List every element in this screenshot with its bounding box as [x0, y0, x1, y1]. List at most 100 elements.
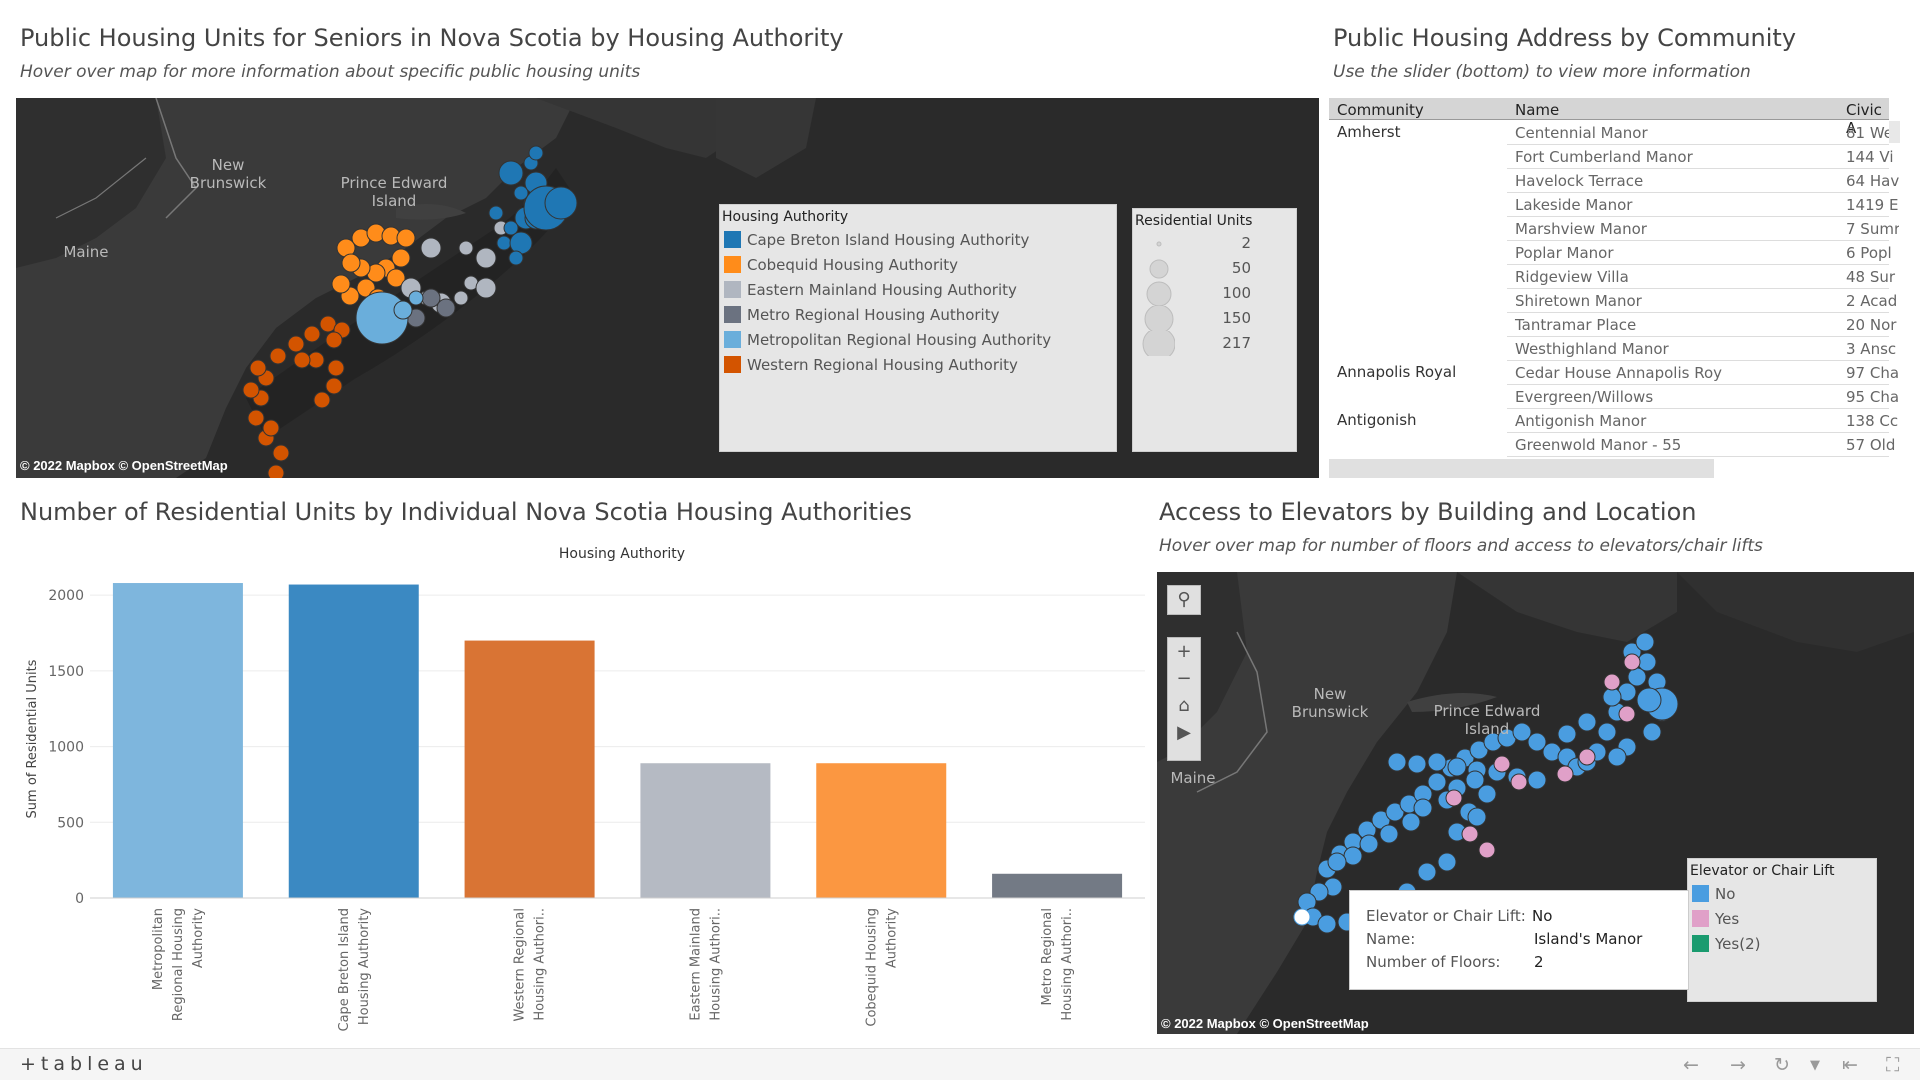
- map-point[interactable]: [528, 145, 544, 161]
- map-point[interactable]: [458, 240, 474, 256]
- map-point[interactable]: [1461, 825, 1479, 843]
- map-point[interactable]: [293, 351, 311, 369]
- map-point[interactable]: [267, 464, 285, 478]
- map-point[interactable]: [1293, 908, 1311, 926]
- authority-legend-item[interactable]: Cobequid Housing Authority: [720, 252, 1116, 277]
- table-row[interactable]: Poplar Manor 6 Popl: [1329, 241, 1892, 265]
- residential-units-bar-chart[interactable]: 0 500 1000 1500 2000 Housing Authority Sum of …: [20, 540, 1145, 1040]
- map-point[interactable]: [1578, 748, 1596, 766]
- table-row[interactable]: Lakeside Manor 1419 E: [1329, 193, 1898, 217]
- map-point[interactable]: [475, 247, 497, 269]
- map-point[interactable]: [1447, 757, 1467, 777]
- map-point[interactable]: [488, 205, 504, 221]
- map-point[interactable]: [325, 331, 343, 349]
- map-point[interactable]: [262, 419, 280, 437]
- map-point[interactable]: [420, 237, 442, 259]
- map-point[interactable]: [509, 231, 533, 255]
- table-row[interactable]: Shiretown Manor 2 Acad: [1329, 289, 1897, 313]
- table-row[interactable]: Ridgeview Villa 48 Sur: [1329, 265, 1895, 289]
- map-point[interactable]: [544, 186, 578, 220]
- map-point[interactable]: [1401, 812, 1421, 832]
- authority-legend-item[interactable]: Cape Breton Island Housing Authority: [720, 227, 1116, 252]
- map-point[interactable]: [1642, 722, 1662, 742]
- revert-dropdown-icon[interactable]: ▼: [1810, 1058, 1820, 1073]
- map-point[interactable]: [1602, 687, 1622, 707]
- map-point[interactable]: [1527, 770, 1547, 790]
- map-point[interactable]: [1477, 784, 1497, 804]
- zoom-out-icon[interactable]: −: [1168, 665, 1200, 692]
- map-point[interactable]: [1465, 770, 1485, 790]
- map-point[interactable]: [1636, 687, 1662, 713]
- map-point[interactable]: [303, 325, 321, 343]
- map-point[interactable]: [1597, 722, 1617, 742]
- map-point[interactable]: [1556, 765, 1574, 783]
- map-point[interactable]: [269, 347, 287, 365]
- table-row[interactable]: Evergreen/Willows 95 Cha: [1329, 385, 1899, 409]
- address-table[interactable]: Community Name Civic A Amherst Centennial…: [1329, 98, 1899, 458]
- map-point[interactable]: [436, 298, 456, 318]
- map-point[interactable]: [287, 335, 305, 353]
- map-point[interactable]: [313, 391, 331, 409]
- map-point[interactable]: [242, 381, 260, 399]
- table-row[interactable]: Fort Cumberland Manor 144 Vi: [1329, 145, 1894, 169]
- map-point[interactable]: [1407, 754, 1427, 774]
- map-point[interactable]: [1417, 862, 1437, 882]
- map-point[interactable]: [1577, 712, 1597, 732]
- map-point[interactable]: [1603, 673, 1621, 691]
- elevator-legend-item[interactable]: No: [1688, 881, 1876, 906]
- map-point[interactable]: [1317, 914, 1337, 934]
- authority-legend-item[interactable]: Metropolitan Regional Housing Authority: [720, 327, 1116, 352]
- home-icon[interactable]: ⌂: [1168, 692, 1200, 719]
- map-point[interactable]: [408, 290, 424, 306]
- map-point[interactable]: [325, 377, 343, 395]
- zoom-in-icon[interactable]: +: [1168, 638, 1200, 665]
- map-point[interactable]: [1379, 824, 1399, 844]
- map-point[interactable]: [1478, 841, 1496, 859]
- map-point[interactable]: [1467, 807, 1487, 827]
- table-row[interactable]: Havelock Terrace 64 Hav: [1329, 169, 1899, 193]
- tableau-logo[interactable]: +tableau: [20, 1053, 148, 1075]
- map-point[interactable]: [1607, 747, 1627, 767]
- map-point[interactable]: [475, 277, 497, 299]
- table-row[interactable]: Annapolis Royal Cedar House Annapolis Roy…: [1329, 361, 1899, 385]
- map-point[interactable]: [1635, 632, 1655, 652]
- table-horizontal-scrollbar[interactable]: [1329, 459, 1714, 478]
- table-vertical-scrollbar[interactable]: [1889, 121, 1900, 143]
- map-point[interactable]: [1343, 846, 1363, 866]
- authority-legend-item[interactable]: Metro Regional Housing Authority: [720, 302, 1116, 327]
- map-point[interactable]: [496, 235, 512, 251]
- map1-housing-points[interactable]: [16, 98, 1319, 478]
- map-point[interactable]: [1510, 773, 1528, 791]
- map-point[interactable]: [327, 359, 345, 377]
- map-point[interactable]: [1493, 755, 1511, 773]
- search-icon[interactable]: ⚲: [1168, 586, 1200, 613]
- map-point[interactable]: [396, 228, 416, 248]
- map-point[interactable]: [1623, 653, 1641, 671]
- map-point[interactable]: [393, 300, 413, 320]
- map-point[interactable]: [272, 444, 290, 462]
- map-point[interactable]: [508, 250, 524, 266]
- map-point[interactable]: [453, 290, 469, 306]
- map-point[interactable]: [249, 359, 267, 377]
- seniors-housing-map[interactable]: New Brunswick Prince Edward Island Maine…: [16, 98, 1319, 478]
- map-point[interactable]: [1427, 772, 1447, 792]
- map-point[interactable]: [1327, 852, 1347, 872]
- map-point[interactable]: [1445, 789, 1463, 807]
- map-point[interactable]: [247, 409, 265, 427]
- table-row[interactable]: Antigonish Antigonish Manor 138 Cc: [1329, 409, 1898, 433]
- authority-legend-item[interactable]: Western Regional Housing Authority: [720, 352, 1116, 377]
- reset-icon[interactable]: ⇤: [1842, 1054, 1858, 1076]
- table-row[interactable]: Amherst Centennial Manor 81 We: [1329, 121, 1893, 145]
- table-row[interactable]: Tantramar Place 20 Nor: [1329, 313, 1896, 337]
- map-point[interactable]: [1618, 705, 1636, 723]
- fullscreen-icon[interactable]: ⛶: [1886, 1054, 1899, 1076]
- table-row[interactable]: Greenwold Manor - 55 57 Old: [1329, 433, 1895, 457]
- map-point[interactable]: [498, 160, 524, 186]
- map-point[interactable]: [1387, 752, 1407, 772]
- elevator-legend-item[interactable]: Yes(2): [1688, 931, 1876, 956]
- map-point[interactable]: [1359, 834, 1379, 854]
- redo-icon[interactable]: →: [1730, 1054, 1746, 1076]
- revert-icon[interactable]: ↻: [1774, 1054, 1790, 1076]
- map-point[interactable]: [341, 253, 361, 273]
- undo-icon[interactable]: ←: [1683, 1054, 1699, 1076]
